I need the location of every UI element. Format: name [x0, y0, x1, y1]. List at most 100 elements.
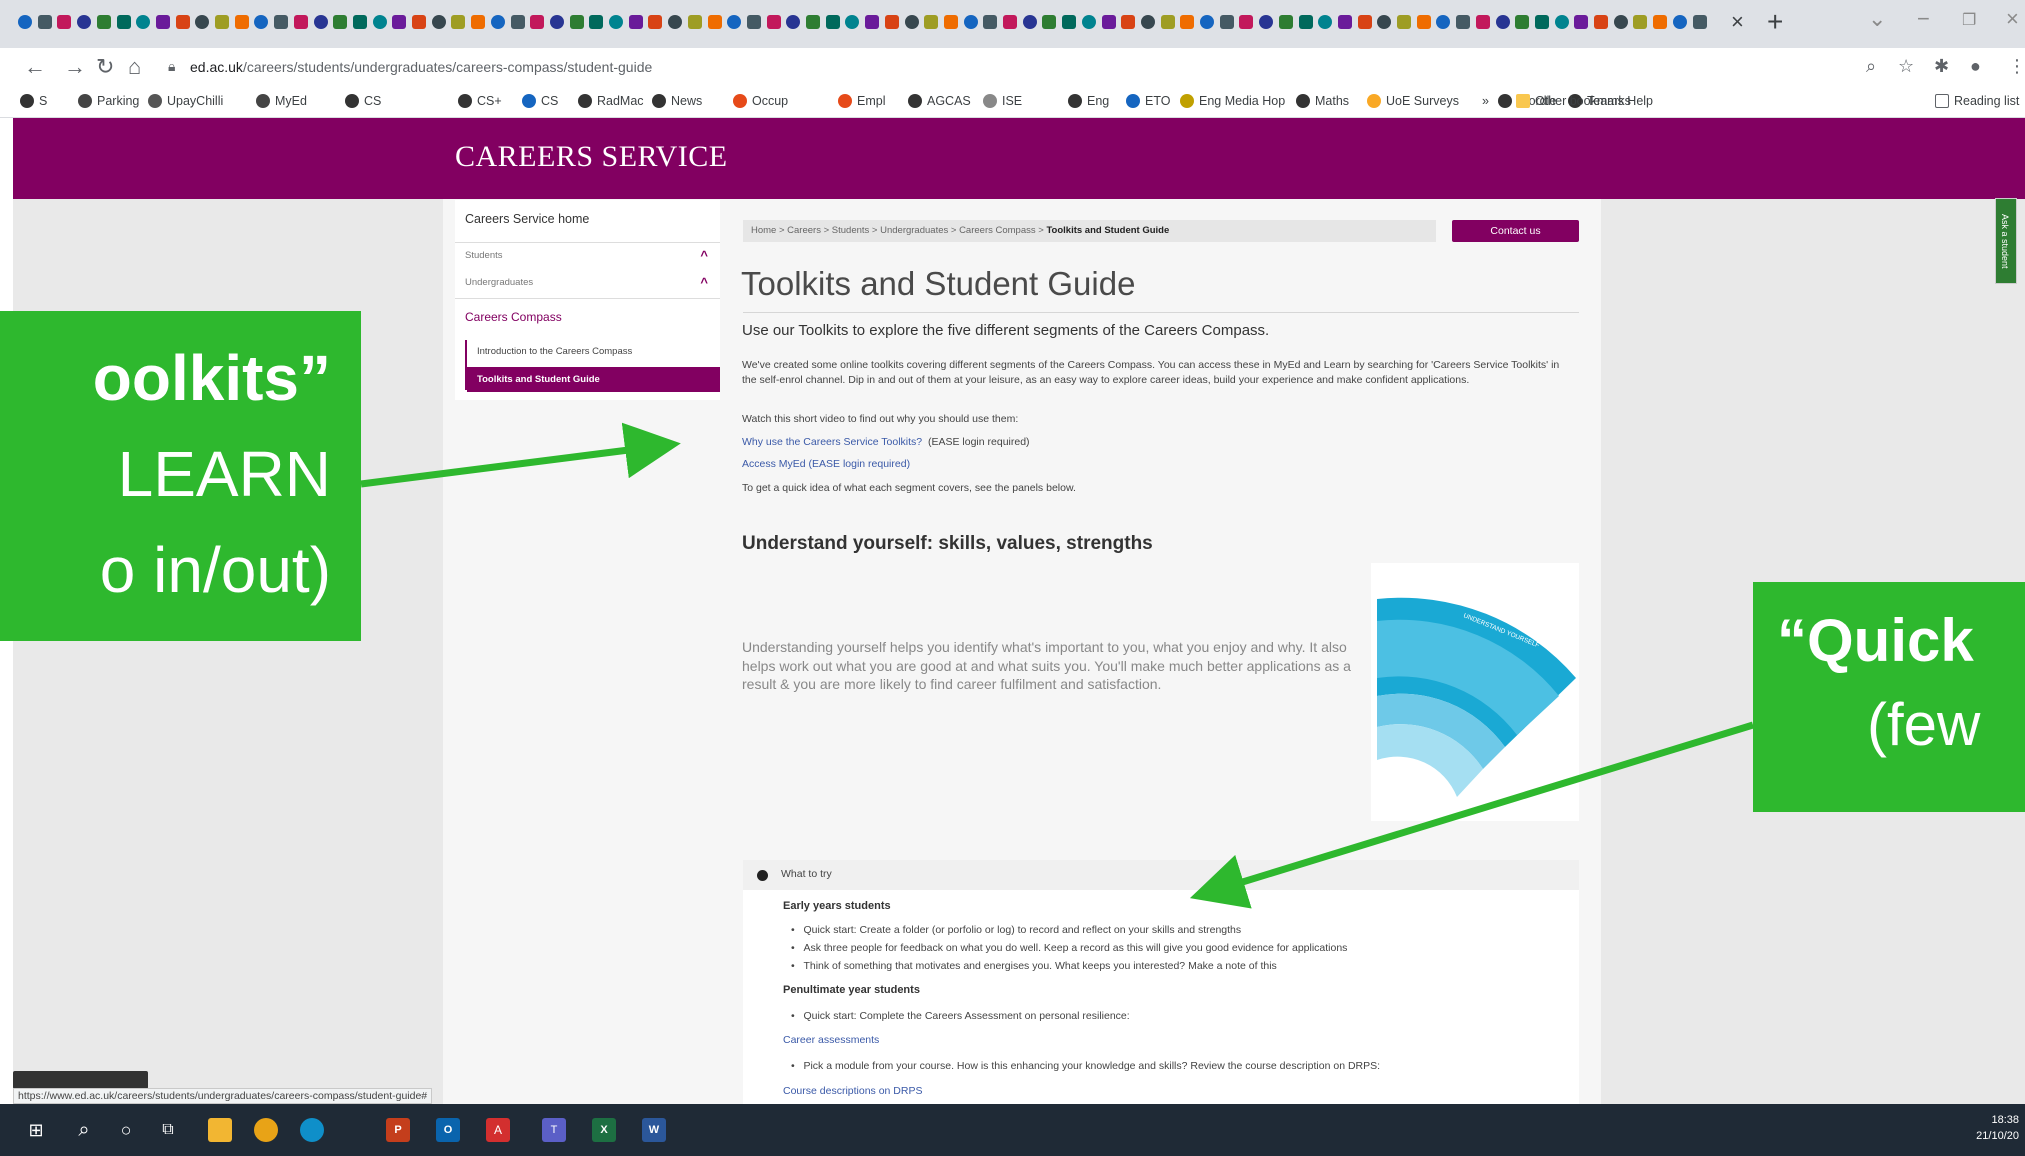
tab-favicon-icon[interactable] [1239, 15, 1254, 29]
tab-favicon-icon[interactable] [1554, 15, 1569, 29]
tab-favicon-icon[interactable] [569, 15, 584, 29]
bookmark-item[interactable]: Parking [78, 94, 139, 108]
tab-favicon-icon[interactable] [254, 15, 269, 29]
tab-favicon-icon[interactable] [352, 15, 367, 29]
bookmark-item[interactable]: Eng Media Hop [1180, 94, 1285, 108]
toolkits-video-link[interactable]: Why use the Careers Service Toolkits? [742, 436, 922, 448]
breadcrumb-path[interactable]: Home > Careers > Students > Undergraduat… [751, 225, 1046, 236]
windows-start-icon[interactable]: ⊞ [24, 1118, 48, 1142]
site-title[interactable]: CAREERS SERVICE [455, 140, 728, 174]
powerpoint-icon[interactable]: P [386, 1118, 410, 1142]
forward-arrow-icon[interactable]: → [64, 54, 86, 80]
tab-favicon-icon[interactable] [333, 15, 348, 29]
url-text[interactable]: ed.ac.uk/careers/students/undergraduates… [190, 59, 652, 75]
tab-favicon-icon[interactable] [904, 15, 919, 29]
tab-favicon-icon[interactable] [1318, 15, 1333, 29]
tab-favicon-icon[interactable] [274, 15, 289, 29]
tab-favicon-icon[interactable] [825, 15, 840, 29]
bookmark-item[interactable]: CS [345, 94, 381, 108]
back-arrow-icon[interactable]: ← [24, 54, 46, 80]
tab-favicon-icon[interactable] [392, 15, 407, 29]
menu-icon[interactable]: ⋮ [2008, 56, 2025, 77]
tab-favicon-icon[interactable] [727, 15, 742, 29]
tab-favicon-icon[interactable] [1180, 15, 1195, 29]
tab-favicon-icon[interactable] [37, 15, 52, 29]
bookmark-item[interactable]: News [652, 94, 702, 108]
task-view-icon[interactable]: ⧉ [156, 1118, 180, 1142]
extensions-icon[interactable]: ✱ [1934, 56, 1949, 77]
tab-favicon-icon[interactable] [884, 15, 899, 29]
tab-favicon-icon[interactable] [412, 15, 426, 29]
collapse-icon[interactable] [757, 870, 768, 881]
bookmark-item[interactable]: CS [522, 94, 558, 108]
search-icon[interactable]: ⌕ [72, 1118, 96, 1142]
tab-favicon-icon[interactable] [1081, 15, 1096, 29]
cortana-icon[interactable]: ○ [114, 1118, 138, 1142]
tab-favicon-icon[interactable] [1613, 15, 1628, 29]
sidenav-home[interactable]: Careers Service home [455, 212, 720, 226]
tab-favicon-icon[interactable] [1200, 15, 1214, 29]
bookmark-item[interactable]: Occup [733, 94, 788, 108]
outlook-icon[interactable]: O [436, 1118, 460, 1142]
tab-favicon-icon[interactable] [1101, 15, 1116, 29]
teams-icon[interactable]: T [542, 1118, 566, 1142]
ask-a-student-tab[interactable]: Ask a student [1995, 198, 2017, 284]
chevron-up-icon[interactable]: ^ [700, 275, 708, 290]
bookmark-item[interactable]: UoE Surveys [1367, 94, 1459, 108]
tab-favicon-icon[interactable] [707, 15, 722, 29]
reload-icon[interactable]: ↻ [96, 54, 114, 80]
tab-favicon-icon[interactable] [668, 15, 683, 29]
tray-clock[interactable]: 18:38 21/10/20 [1976, 1112, 2019, 1144]
career-assessments-link[interactable]: Career assessments [783, 1034, 879, 1046]
sidenav-careers-compass[interactable]: Careers Compass [455, 310, 720, 324]
other-bookmarks[interactable]: Other bookmarks [1516, 94, 1631, 108]
tab-favicon-icon[interactable] [1160, 15, 1175, 29]
tab-favicon-icon[interactable] [1672, 15, 1687, 29]
bookmark-item[interactable]: AGCAS [908, 94, 971, 108]
new-tab-button[interactable]: + [1767, 6, 1783, 38]
tab-favicon-icon[interactable] [1495, 15, 1510, 29]
chevron-up-icon[interactable]: ^ [700, 248, 708, 263]
tab-favicon-icon[interactable] [1259, 15, 1274, 29]
sidenav-students[interactable]: Students ^ [455, 248, 720, 263]
sidenav-toolkits-active[interactable]: Toolkits and Student Guide [467, 367, 720, 392]
tab-favicon-icon[interactable] [372, 15, 387, 29]
drps-link[interactable]: Course descriptions on DRPS [783, 1085, 922, 1097]
bookmark-item[interactable]: MyEd [256, 94, 307, 108]
tab-favicon-icon[interactable] [1475, 15, 1490, 29]
tab-favicon-icon[interactable] [530, 15, 545, 29]
contact-us-button[interactable]: Contact us [1452, 220, 1579, 242]
tab-favicon-icon[interactable] [628, 15, 643, 29]
tab-favicon-icon[interactable] [234, 15, 249, 29]
tab-favicon-icon[interactable] [1692, 15, 1707, 29]
word-icon[interactable]: W [642, 1118, 666, 1142]
window-close-icon[interactable]: × [2006, 6, 2019, 32]
tab-favicon-icon[interactable] [293, 15, 308, 29]
restore-icon[interactable]: ❐ [1962, 10, 1976, 30]
tab-favicon-icon[interactable] [609, 15, 623, 29]
sidenav-intro[interactable]: Introduction to the Careers Compass [467, 346, 720, 357]
tab-favicon-icon[interactable] [1534, 15, 1549, 29]
tab-favicon-icon[interactable] [1357, 15, 1372, 29]
tab-favicon-icon[interactable] [746, 15, 761, 29]
tab-favicon-icon[interactable] [510, 15, 525, 29]
tab-favicon-icon[interactable] [1337, 15, 1352, 29]
bookmark-item[interactable]: Empl [838, 94, 885, 108]
bookmark-item[interactable]: Eng [1068, 94, 1109, 108]
tab-favicon-icon[interactable] [77, 15, 92, 29]
bookmark-item[interactable]: S [20, 94, 47, 108]
bookmark-item[interactable]: Maths [1296, 94, 1349, 108]
address-bar[interactable]: 🔒︎ ed.ac.uk/careers/students/undergradua… [160, 54, 1860, 82]
tab-favicon-icon[interactable] [865, 15, 880, 29]
tab-favicon-icon[interactable] [1278, 15, 1293, 29]
bookmark-item[interactable]: UpayChilli [148, 94, 223, 108]
access-myed-link[interactable]: Access MyEd (EASE login required) [742, 458, 910, 470]
acrobat-icon[interactable]: A [486, 1118, 510, 1142]
bookmarks-overflow-icon[interactable]: » [1482, 94, 1489, 108]
minimize-icon[interactable]: − [1917, 6, 1930, 32]
tab-favicon-icon[interactable] [1140, 15, 1155, 29]
tab-favicon-icon[interactable] [1633, 15, 1648, 29]
bookmark-item[interactable]: CS+ [458, 94, 502, 108]
tab-favicon-icon[interactable] [116, 15, 131, 29]
tab-favicon-icon[interactable] [1298, 15, 1313, 29]
